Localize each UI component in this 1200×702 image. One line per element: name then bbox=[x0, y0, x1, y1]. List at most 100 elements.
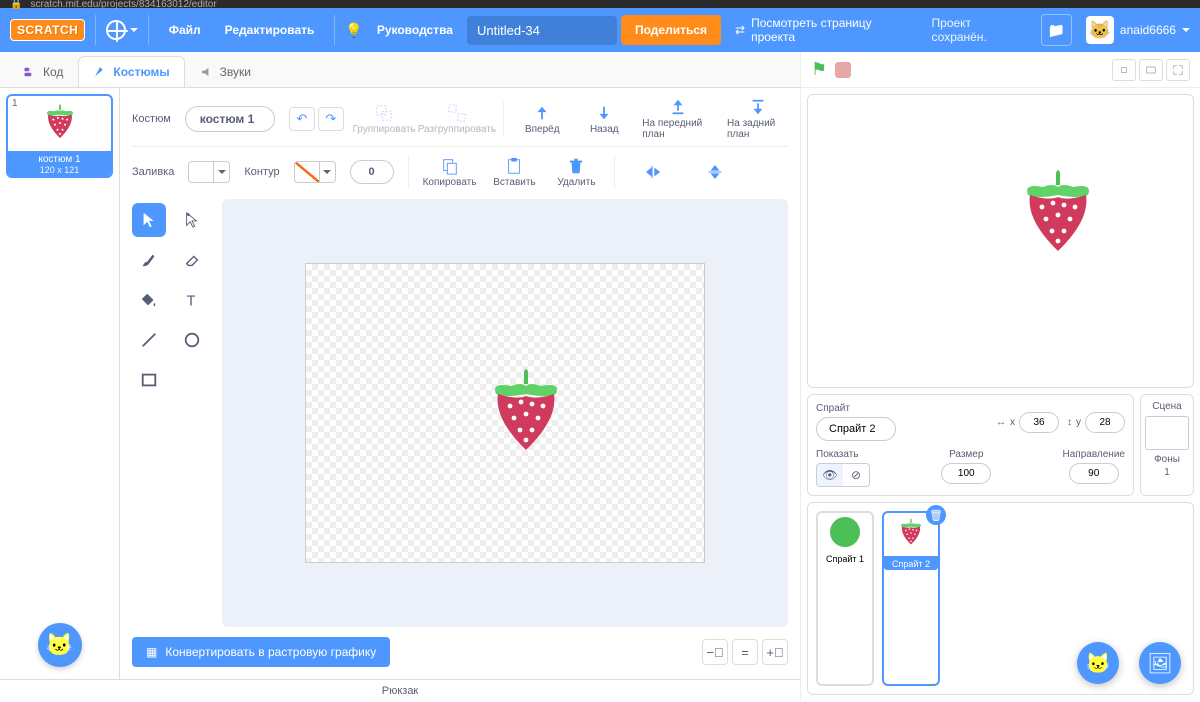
costume-artwork[interactable] bbox=[476, 364, 576, 464]
sprite-label: Спрайт 1 bbox=[818, 551, 872, 565]
outline-width-input[interactable] bbox=[350, 160, 394, 184]
tab-code[interactable]: Код bbox=[8, 56, 78, 87]
sprite-tile[interactable]: Спрайт 1 bbox=[816, 511, 874, 686]
add-backdrop-button[interactable] bbox=[1139, 642, 1181, 684]
delete-button[interactable]: Удалить bbox=[552, 157, 600, 188]
language-icon[interactable] bbox=[106, 20, 126, 40]
convert-label: Конвертировать в растровую графику bbox=[165, 645, 376, 659]
language-caret-icon[interactable] bbox=[130, 28, 138, 36]
group-button[interactable]: Группировать bbox=[358, 104, 411, 135]
svg-text:T: T bbox=[187, 293, 196, 309]
share-button[interactable]: Поделиться bbox=[621, 15, 721, 45]
file-menu[interactable]: Файл bbox=[159, 17, 211, 43]
x-label: x bbox=[1010, 417, 1015, 428]
canvas-area[interactable] bbox=[222, 199, 788, 627]
fill-tool[interactable] bbox=[132, 283, 166, 317]
project-title-input[interactable] bbox=[467, 16, 617, 45]
backpack-header[interactable]: Рюкзак bbox=[0, 679, 800, 701]
y-input[interactable] bbox=[1085, 412, 1125, 433]
stage-selector[interactable]: Сцена Фоны 1 bbox=[1140, 394, 1194, 496]
backdrops-label: Фоны bbox=[1143, 454, 1191, 465]
text-tool[interactable]: T bbox=[175, 283, 209, 317]
back-button[interactable]: На задний план bbox=[727, 98, 788, 140]
sprite-info-panel: Спрайт ↔ x ↕ y bbox=[807, 394, 1134, 496]
costume-name: костюм 1 bbox=[8, 154, 111, 165]
brush-tool[interactable] bbox=[132, 243, 166, 277]
reshape-tool[interactable] bbox=[175, 203, 209, 237]
redo-button[interactable]: ↷ bbox=[318, 107, 344, 131]
tutorials-menu[interactable]: Руководства bbox=[367, 17, 463, 43]
convert-to-bitmap-button[interactable]: ▦ Конвертировать в растровую графику bbox=[132, 637, 390, 667]
see-project-page[interactable]: ⇄ Посмотреть страницу проекта bbox=[725, 10, 924, 50]
sprite-name-input[interactable] bbox=[816, 417, 896, 441]
paint-editor: Костюм ↶ ↷ Группировать Разгруппировать … bbox=[120, 88, 800, 679]
zoom-in-button[interactable]: +⃝ bbox=[762, 639, 788, 665]
undo-button[interactable]: ↶ bbox=[289, 107, 315, 131]
y-arrow-icon: ↕ bbox=[1067, 417, 1072, 428]
rect-tool[interactable] bbox=[132, 363, 166, 397]
stage-header: ⚑ bbox=[801, 52, 1200, 88]
costume-name-label: Костюм bbox=[132, 113, 171, 125]
canvas[interactable] bbox=[305, 263, 705, 563]
zoom-out-button[interactable]: −⃝ bbox=[702, 639, 728, 665]
menu-bar: SCRATCH Файл Редактировать Руководства П… bbox=[0, 8, 1200, 52]
show-hidden-button[interactable]: ⊘ bbox=[843, 464, 869, 486]
costume-tile[interactable]: 1 костюм 1 120 x 121 bbox=[6, 94, 113, 178]
stage-full-button[interactable] bbox=[1166, 59, 1190, 81]
direction-input[interactable] bbox=[1069, 463, 1119, 484]
zoom-reset-button[interactable]: = bbox=[732, 639, 758, 665]
eraser-tool[interactable] bbox=[175, 243, 209, 277]
select-tool[interactable] bbox=[132, 203, 166, 237]
tab-code-label: Код bbox=[43, 65, 63, 79]
size-input[interactable] bbox=[941, 463, 991, 484]
stage-large-button[interactable] bbox=[1139, 59, 1163, 81]
tab-sounds[interactable]: Звуки bbox=[185, 56, 266, 87]
circle-tool[interactable] bbox=[175, 323, 209, 357]
costume-name-input[interactable] bbox=[185, 106, 275, 132]
front-button[interactable]: На передний план bbox=[642, 98, 713, 140]
show-visible-button[interactable]: 👁 bbox=[817, 464, 843, 486]
my-stuff-button[interactable] bbox=[1041, 14, 1072, 46]
see-project-label: Посмотреть страницу проекта bbox=[751, 16, 913, 44]
avatar-icon bbox=[1086, 16, 1114, 44]
flip-vertical-button[interactable] bbox=[691, 163, 739, 181]
edit-menu[interactable]: Редактировать bbox=[215, 17, 325, 43]
tab-costumes[interactable]: Костюмы bbox=[78, 56, 184, 87]
costume-list: 1 костюм 1 120 x 121 bbox=[0, 88, 120, 679]
green-flag-button[interactable]: ⚑ bbox=[811, 59, 827, 80]
bitmap-icon: ▦ bbox=[146, 645, 157, 659]
outline-color-picker[interactable] bbox=[294, 161, 336, 183]
forward-button[interactable]: Вперёд bbox=[518, 104, 566, 135]
x-input[interactable] bbox=[1019, 412, 1059, 433]
url-bar: scratch.mit.edu/projects/834163012/edito… bbox=[30, 0, 1190, 10]
sprite-on-stage[interactable] bbox=[1008, 165, 1108, 265]
tutorials-icon[interactable] bbox=[345, 22, 362, 39]
outline-label: Контур bbox=[244, 166, 279, 178]
fill-color-picker[interactable] bbox=[188, 161, 230, 183]
paste-button[interactable]: Вставить bbox=[490, 157, 538, 188]
add-sprite-button[interactable] bbox=[1077, 642, 1119, 684]
sounds-icon bbox=[200, 65, 214, 79]
backward-button[interactable]: Назад bbox=[580, 104, 628, 135]
flip-horizontal-button[interactable] bbox=[629, 163, 677, 181]
copy-button[interactable]: Копировать bbox=[423, 157, 477, 188]
code-icon bbox=[23, 65, 37, 79]
add-costume-button[interactable] bbox=[38, 623, 82, 667]
sprite-tile[interactable]: 🗑 Спрайт 2 bbox=[882, 511, 940, 686]
stage-small-button[interactable] bbox=[1112, 59, 1136, 81]
stop-button[interactable] bbox=[835, 62, 851, 78]
delete-sprite-button[interactable]: 🗑 bbox=[926, 505, 946, 525]
costume-dims: 120 x 121 bbox=[8, 165, 111, 175]
scratch-logo[interactable]: SCRATCH bbox=[10, 19, 85, 41]
backdrops-count: 1 bbox=[1143, 467, 1191, 478]
tab-sounds-label: Звуки bbox=[220, 65, 251, 79]
sprite-list: Спрайт 1 🗑 Спрайт 2 bbox=[807, 502, 1194, 695]
tab-costumes-label: Костюмы bbox=[113, 65, 169, 79]
ungroup-button[interactable]: Разгруппировать bbox=[424, 104, 489, 135]
costume-index: 1 bbox=[12, 98, 18, 109]
account-menu[interactable]: anaid6666 bbox=[1086, 16, 1190, 44]
stage[interactable] bbox=[807, 94, 1194, 388]
line-tool[interactable] bbox=[132, 323, 166, 357]
costumes-icon bbox=[93, 65, 107, 79]
tool-palette: T bbox=[132, 199, 212, 627]
